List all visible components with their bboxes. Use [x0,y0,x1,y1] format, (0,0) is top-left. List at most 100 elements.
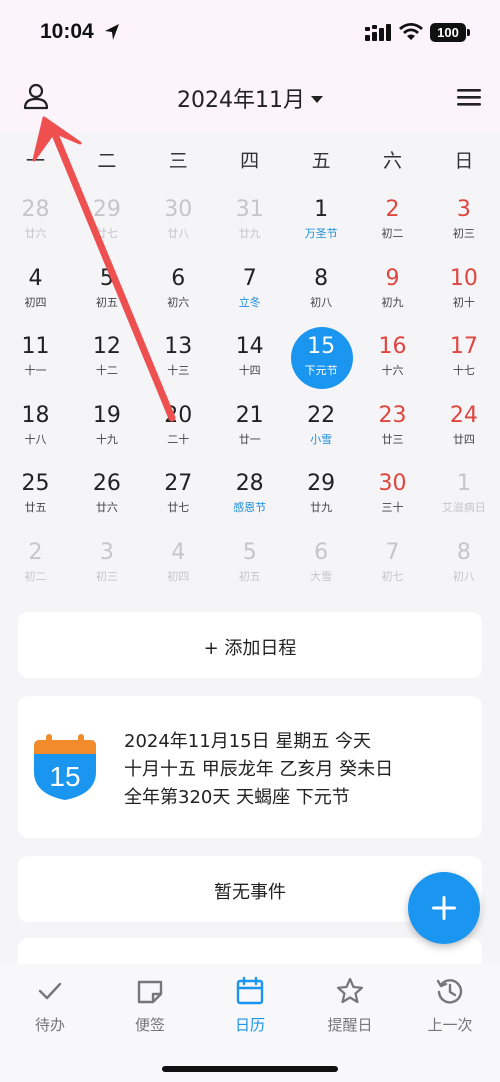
lunar-label: 廿三 [381,432,404,446]
calendar-icon [236,976,264,1005]
calendar-day[interactable]: 2 初二 [0,533,71,601]
day-number: 30 [164,197,193,222]
tab-notes[interactable]: 便签 [100,976,200,1035]
calendar-day[interactable]: 29 廿九 [286,464,357,532]
calendar-icon-day: 15 [49,761,80,792]
lunar-label: 十六 [381,364,404,377]
calendar-day[interactable]: 17 十七 [428,327,499,395]
calendar-day[interactable]: 3 初三 [71,533,142,601]
lunar-label: 廿七 [167,501,190,514]
tab-calendar[interactable]: 日历 [200,976,300,1035]
day-number: 7 [242,265,257,291]
lunar-label: 初五 [238,569,261,583]
lunar-label: 十九 [95,432,118,446]
day-number: 27 [164,471,193,496]
calendar-day[interactable]: 14 十四 [214,327,285,395]
day-number: 5 [99,265,114,291]
calendar-day[interactable]: 21 廿一 [214,396,285,464]
day-number: 23 [378,402,407,428]
tab-last-time[interactable]: 上一次 [400,976,500,1035]
calendar-day[interactable]: 8 初八 [428,533,499,601]
calendar-day[interactable]: 3 初三 [428,190,499,258]
day-number: 18 [21,402,50,428]
day-number: 2 [28,539,43,565]
calendar-day[interactable]: 1 艾滋病日 [428,464,499,532]
calendar-day[interactable]: 12 十二 [71,327,142,395]
day-number: 28 [235,471,264,496]
calendar-day[interactable]: 2 初二 [357,190,428,258]
profile-icon[interactable] [22,82,50,112]
calendar-day[interactable]: 25 廿五 [0,464,71,532]
day-number: 28 [21,197,50,222]
calendar-day[interactable]: 8 初八 [286,259,357,327]
weekday-label: 五 [311,150,331,172]
lunar-label: 初三 [452,227,475,240]
calendar-day[interactable]: 30 廿八 [143,190,214,258]
calendar-day[interactable]: 11 十一 [0,327,71,395]
calendar-day[interactable]: 26 廿六 [71,464,142,532]
add-schedule-button[interactable]: + 添加日程 [18,612,482,678]
day-number: 26 [92,471,121,496]
calendar-day[interactable]: 5 初五 [71,259,142,327]
calendar-day-today[interactable]: 15 下元节 [286,327,357,395]
day-number: 10 [449,265,478,291]
lunar-label: 初二 [381,227,404,240]
tab-label: 提醒日 [327,1016,373,1034]
calendar-day[interactable]: 23 廿三 [357,396,428,464]
lunar-label: 初四 [24,295,47,309]
lunar-label: 万圣节 [304,227,338,240]
calendar-day[interactable]: 31 廿九 [214,190,285,258]
day-number: 9 [385,265,400,291]
tab-todo[interactable]: 待办 [0,976,100,1035]
calendar-day[interactable]: 4 初四 [143,533,214,601]
calendar-day[interactable]: 20 二十 [143,396,214,464]
weekday-header: 一二三四五六日 [0,132,500,184]
day-number: 1 [456,471,471,496]
calendar-day[interactable]: 10 初十 [428,259,499,327]
day-number: 6 [314,539,329,565]
plus-icon [432,896,456,920]
calendar-day[interactable]: 1 万圣节 [286,190,357,258]
calendar-day[interactable]: 29 廿七 [71,190,142,258]
calendar-day[interactable]: 7 立冬 [214,259,285,327]
today-info-card: 15 2024年11月15日 星期五 今天 十月十五 甲辰龙年 乙亥月 癸未日 … [18,696,482,838]
day-number: 4 [28,265,43,291]
tab-reminders[interactable]: 提醒日 [300,976,400,1035]
day-number: 19 [92,402,121,428]
calendar-day[interactable]: 4 初四 [0,259,71,327]
lunar-label: 十一 [24,364,47,377]
lunar-label: 初七 [381,569,404,583]
calendar-day[interactable]: 7 初七 [357,533,428,601]
calendar-day[interactable]: 22 小雪 [286,396,357,464]
calendar-day[interactable]: 5 初五 [214,533,285,601]
calendar-day[interactable]: 9 初九 [357,259,428,327]
lunar-label: 二十 [167,432,190,446]
battery-tip [467,29,470,36]
calendar-day[interactable]: 30 三十 [357,464,428,532]
calendar-day[interactable]: 24 廿四 [428,396,499,464]
day-number: 16 [378,334,407,359]
calendar-day[interactable]: 27 廿七 [143,464,214,532]
calendar-day[interactable]: 18 十八 [0,396,71,464]
lunar-label: 十二 [95,364,118,377]
add-fab-button[interactable] [408,872,480,944]
calendar-day[interactable]: 6 大雪 [286,533,357,601]
calendar-day[interactable]: 13 十三 [143,327,214,395]
lunar-label: 初八 [310,295,333,309]
day-number: 29 [307,471,336,496]
weekday-label: 六 [382,150,402,172]
app-header: 2024年11月 [0,64,500,132]
battery-indicator: 100 [430,23,466,42]
day-number: 6 [171,265,186,291]
calendar-day[interactable]: 28 感恩节 [214,464,285,532]
calendar-day[interactable]: 16 十六 [357,327,428,395]
calendar-day[interactable]: 28 廿六 [0,190,71,258]
day-number: 3 [99,539,114,565]
menu-icon[interactable] [456,86,482,108]
calendar-day[interactable]: 19 十九 [71,396,142,464]
home-indicator[interactable] [162,1066,338,1072]
lunar-label: 廿九 [238,227,261,240]
calendar-day[interactable]: 6 初六 [143,259,214,327]
month-title: 2024年11月 [177,88,305,113]
month-selector[interactable]: 2024年11月 [150,82,350,114]
